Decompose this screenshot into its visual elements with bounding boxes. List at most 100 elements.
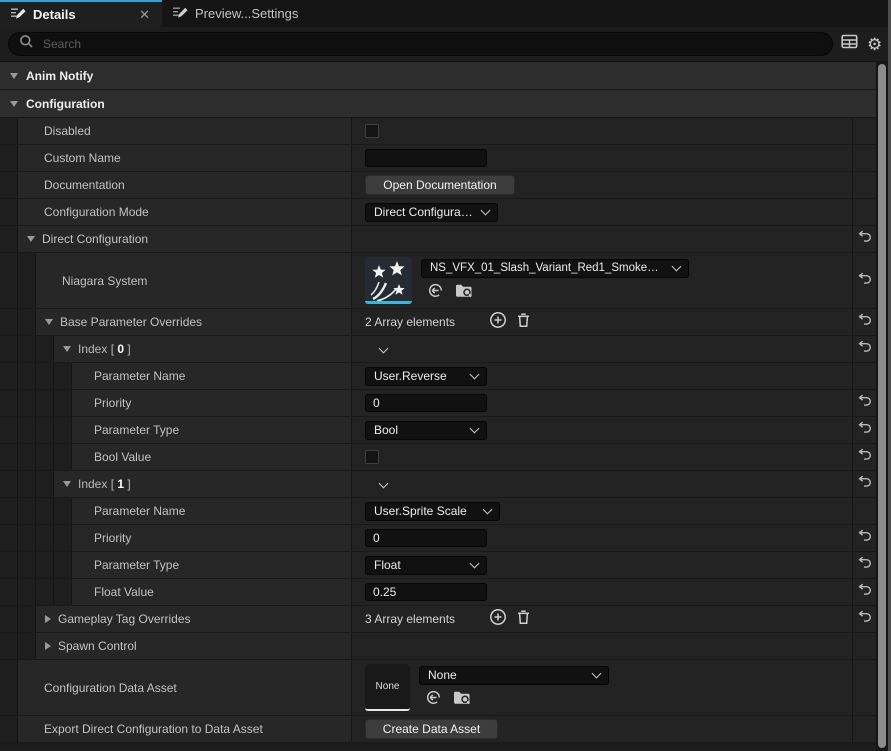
property-label: Parameter Type xyxy=(94,423,179,437)
close-icon[interactable]: ✕ xyxy=(137,7,152,23)
reset-to-default-button[interactable] xyxy=(858,394,872,412)
reset-to-default-button[interactable] xyxy=(858,475,872,493)
array-element-row-index-1: Index [ 1 ] xyxy=(0,471,876,498)
scrollbar-thumb[interactable] xyxy=(878,64,886,748)
tab-bar-spacer xyxy=(308,0,891,27)
array-row-base-parameter-overrides: Base Parameter Overrides 2 Array element… xyxy=(0,309,876,336)
property-label: Configuration Data Asset xyxy=(44,681,177,695)
property-row-parameter-type: Parameter Type Float xyxy=(0,552,876,579)
index-label: Index [ xyxy=(78,477,117,491)
reset-to-default-button[interactable] xyxy=(858,230,872,248)
tab-details[interactable]: Details ✕ xyxy=(0,0,162,27)
search-input[interactable] xyxy=(41,36,822,52)
property-label: Niagara System xyxy=(62,274,147,288)
dropdown-value: Bool xyxy=(374,423,398,437)
property-label: Priority xyxy=(94,531,131,545)
parameter-type-dropdown[interactable]: Float xyxy=(365,556,487,575)
reset-to-default-button[interactable] xyxy=(858,610,872,628)
tab-label: Preview...Settings xyxy=(195,6,298,21)
dropdown-value: Float xyxy=(374,558,401,572)
property-row-bool-value: Bool Value xyxy=(0,444,876,471)
property-label: Priority xyxy=(94,396,131,410)
tab-preview-settings[interactable]: Preview...Settings xyxy=(162,0,308,27)
chevron-down-icon[interactable] xyxy=(63,346,71,352)
element-options-chevron-icon[interactable] xyxy=(379,478,389,488)
category-configuration[interactable]: Configuration xyxy=(0,90,876,118)
property-row-niagara-system: Niagara System NS_VFX_01_Slash_Variant_R… xyxy=(0,253,876,309)
category-anim-notify[interactable]: Anim Notify xyxy=(0,62,876,90)
reset-to-default-button[interactable] xyxy=(858,340,872,358)
reset-to-default-button[interactable] xyxy=(858,529,872,547)
chevron-down-icon[interactable] xyxy=(27,236,35,242)
add-element-button[interactable] xyxy=(489,608,507,631)
property-row-configuration-mode: Configuration Mode Direct Configuration xyxy=(0,199,876,226)
index-label: ] xyxy=(124,477,131,491)
property-label: Disabled xyxy=(44,124,91,138)
reset-to-default-button[interactable] xyxy=(858,272,872,290)
niagara-system-dropdown[interactable]: NS_VFX_01_Slash_Variant_Red1_Smoke_Demo xyxy=(421,259,689,278)
array-label: Gameplay Tag Overrides xyxy=(58,612,191,626)
chevron-down-icon xyxy=(483,505,493,515)
add-element-button[interactable] xyxy=(489,311,507,334)
float-value-input[interactable]: 0.25 xyxy=(365,583,487,601)
display-filter-grid-icon[interactable] xyxy=(841,34,858,54)
array-element-row-index-0: Index [ 0 ] xyxy=(0,336,876,363)
group-row-direct-configuration: Direct Configuration xyxy=(0,226,876,253)
browse-to-asset-icon[interactable] xyxy=(455,283,473,303)
chevron-down-icon[interactable] xyxy=(10,101,18,107)
property-label: Custom Name xyxy=(44,151,121,165)
reset-to-default-button[interactable] xyxy=(858,313,872,331)
element-options-chevron-icon[interactable] xyxy=(379,343,389,353)
custom-name-input[interactable] xyxy=(365,149,487,167)
niagara-asset-thumbnail[interactable] xyxy=(365,257,412,304)
parameter-type-dropdown[interactable]: Bool xyxy=(365,421,487,440)
reset-to-default-button[interactable] xyxy=(858,556,872,574)
search-box[interactable] xyxy=(8,32,833,56)
chevron-right-icon[interactable] xyxy=(45,642,51,650)
property-row-parameter-name: Parameter Name User.Sprite Scale xyxy=(0,498,876,525)
disabled-checkbox[interactable] xyxy=(365,124,379,138)
data-asset-thumbnail[interactable]: None xyxy=(365,664,410,711)
chevron-right-icon[interactable] xyxy=(45,615,51,623)
dropdown-value: NS_VFX_01_Slash_Variant_Red1_Smoke_Demo xyxy=(430,262,665,274)
reset-to-default-button[interactable] xyxy=(858,583,872,601)
array-count-label: 3 Array elements xyxy=(365,612,489,626)
browse-to-asset-icon[interactable] xyxy=(453,690,471,710)
reset-to-default-button[interactable] xyxy=(858,421,872,439)
array-count-label: 2 Array elements xyxy=(365,315,489,329)
create-data-asset-button[interactable]: Create Data Asset xyxy=(365,719,498,739)
property-row-parameter-type: Parameter Type Bool xyxy=(0,417,876,444)
property-label: Configuration Mode xyxy=(44,205,149,219)
delete-all-elements-button[interactable] xyxy=(516,312,531,333)
use-selected-asset-icon[interactable] xyxy=(428,283,444,303)
details-panel: Details ✕ Preview...Settings ⚙ Anim Noti… xyxy=(0,0,891,751)
configuration-mode-dropdown[interactable]: Direct Configuration xyxy=(365,203,498,222)
chevron-down-icon xyxy=(470,370,480,380)
delete-all-elements-button[interactable] xyxy=(516,609,531,630)
dropdown-value: None xyxy=(428,668,457,682)
chevron-down-icon[interactable] xyxy=(45,319,53,325)
edit-pen-icon xyxy=(172,5,188,22)
reset-to-default-button[interactable] xyxy=(858,448,872,466)
property-row-float-value: Float Value 0.25 xyxy=(0,579,876,606)
chevron-down-icon[interactable] xyxy=(63,481,71,487)
search-toolbar: ⚙ xyxy=(0,27,891,62)
priority-input[interactable]: 0 xyxy=(365,529,487,547)
group-row-spawn-control: Spawn Control xyxy=(0,633,876,660)
parameter-name-dropdown[interactable]: User.Sprite Scale xyxy=(365,502,500,521)
chevron-down-icon[interactable] xyxy=(10,73,18,79)
bool-value-checkbox[interactable] xyxy=(365,450,379,464)
parameter-name-dropdown[interactable]: User.Reverse xyxy=(365,367,487,386)
edit-pen-icon xyxy=(10,6,26,23)
property-row-priority: Priority 0 xyxy=(0,525,876,552)
thumbnail-label: None xyxy=(376,681,400,692)
property-label: Parameter Name xyxy=(94,504,185,518)
property-row-priority: Priority 0 xyxy=(0,390,876,417)
property-row-documentation: Documentation Open Documentation xyxy=(0,172,876,199)
configuration-data-asset-dropdown[interactable]: None xyxy=(419,666,609,685)
panel-background xyxy=(0,745,875,751)
use-selected-asset-icon[interactable] xyxy=(426,690,442,710)
open-documentation-button[interactable]: Open Documentation xyxy=(365,175,515,195)
gear-icon[interactable]: ⚙ xyxy=(867,36,882,53)
priority-input[interactable]: 0 xyxy=(365,394,487,412)
